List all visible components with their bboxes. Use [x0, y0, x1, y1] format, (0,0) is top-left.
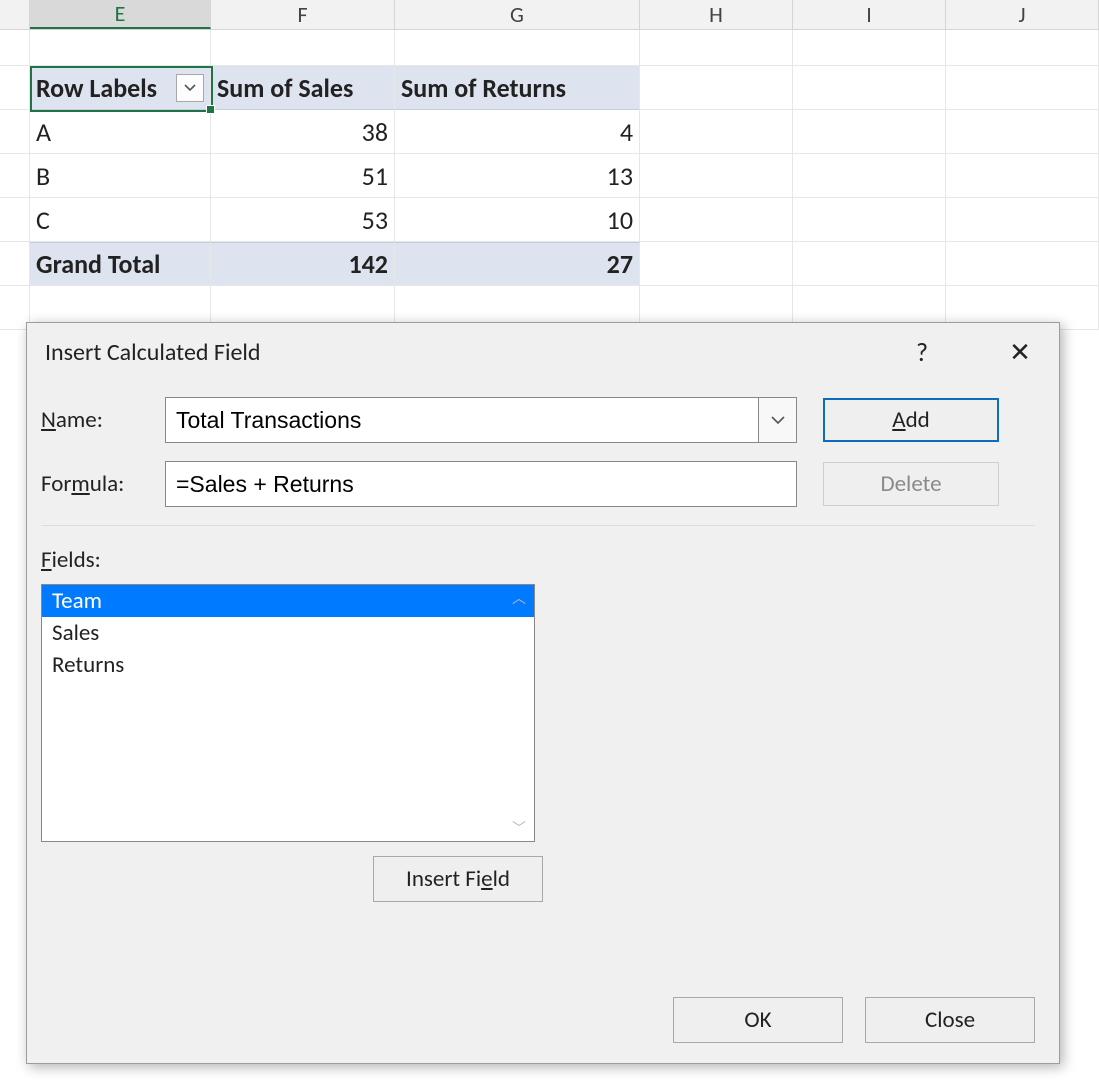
cell[interactable] — [946, 242, 1099, 286]
pivot-value[interactable]: 13 — [395, 154, 640, 198]
cell[interactable] — [211, 30, 395, 66]
delete-button: Delete — [823, 462, 999, 506]
field-item[interactable]: Sales — [42, 617, 534, 649]
column-header-j[interactable]: J — [946, 0, 1099, 29]
cell[interactable] — [640, 242, 793, 286]
pivot-value[interactable]: 10 — [395, 198, 640, 242]
cell[interactable] — [946, 30, 1099, 66]
cell[interactable] — [793, 198, 946, 242]
cell[interactable] — [640, 30, 793, 66]
formula-input[interactable] — [165, 461, 797, 507]
pivot-value[interactable]: 51 — [211, 154, 395, 198]
cell[interactable] — [30, 30, 211, 66]
pivot-col-header[interactable]: Sum of Sales — [211, 66, 395, 110]
ok-button[interactable]: OK — [673, 997, 843, 1043]
pivot-grand-total-value[interactable]: 142 — [211, 242, 395, 286]
pivot-col-header[interactable]: Sum of Returns — [395, 66, 640, 110]
pivot-grand-total-value[interactable]: 27 — [395, 242, 640, 286]
chevron-down-icon — [184, 84, 196, 92]
cell[interactable] — [793, 30, 946, 66]
divider — [41, 525, 1035, 526]
fields-label: Fields: — [41, 546, 1035, 574]
field-item[interactable]: Team — [42, 585, 534, 617]
pivot-row-label[interactable]: A — [30, 110, 211, 154]
close-button[interactable]: Close — [865, 997, 1035, 1043]
spreadsheet: E F G H I J Row Labels Sum of Sales Sum … — [0, 0, 1099, 330]
insert-calculated-field-dialog: Insert Calculated Field ? ✕ Name: Add Fo… — [26, 322, 1060, 1064]
insert-field-button[interactable]: Insert Field — [373, 856, 543, 902]
column-header-i[interactable]: I — [793, 0, 946, 29]
cell[interactable] — [793, 242, 946, 286]
pivot-row-labels-header[interactable]: Row Labels — [30, 66, 211, 110]
dialog-title: Insert Calculated Field — [45, 338, 261, 367]
column-header-e[interactable]: E — [30, 0, 211, 29]
name-input[interactable] — [165, 397, 759, 443]
pivot-value[interactable]: 4 — [395, 110, 640, 154]
field-item[interactable]: Returns — [42, 649, 534, 681]
close-icon[interactable]: ✕ — [999, 331, 1041, 373]
cell[interactable] — [395, 30, 640, 66]
pivot-row-label[interactable]: C — [30, 198, 211, 242]
pivot-row-label[interactable]: B — [30, 154, 211, 198]
formula-label: Formula: — [41, 470, 165, 498]
chevron-down-icon — [771, 416, 785, 425]
filter-dropdown-button[interactable] — [176, 74, 204, 102]
name-label: Name: — [41, 406, 165, 434]
column-header-h[interactable]: H — [640, 0, 793, 29]
pivot-value[interactable]: 53 — [211, 198, 395, 242]
cell[interactable] — [793, 110, 946, 154]
pivot-value[interactable]: 38 — [211, 110, 395, 154]
scroll-down-icon: ﹀ — [510, 819, 528, 837]
name-dropdown-button[interactable] — [759, 397, 797, 443]
cell[interactable] — [946, 66, 1099, 110]
cell[interactable] — [946, 154, 1099, 198]
cell[interactable] — [946, 110, 1099, 154]
column-headers: E F G H I J — [0, 0, 1099, 30]
help-button[interactable]: ? — [901, 331, 943, 373]
cell[interactable] — [946, 198, 1099, 242]
add-button[interactable]: Add — [823, 398, 999, 442]
fields-listbox[interactable]: Team Sales Returns ︿ ﹀ — [41, 584, 535, 842]
cell[interactable] — [640, 198, 793, 242]
cell[interactable] — [793, 66, 946, 110]
column-header-f[interactable]: F — [211, 0, 395, 29]
cell[interactable] — [793, 154, 946, 198]
cell[interactable] — [640, 154, 793, 198]
cell[interactable] — [640, 66, 793, 110]
column-header-g[interactable]: G — [395, 0, 640, 29]
pivot-row-labels-text: Row Labels — [36, 72, 157, 104]
cell[interactable] — [640, 110, 793, 154]
pivot-grand-total-label[interactable]: Grand Total — [30, 242, 211, 286]
dialog-titlebar: Insert Calculated Field ? ✕ — [27, 323, 1059, 381]
